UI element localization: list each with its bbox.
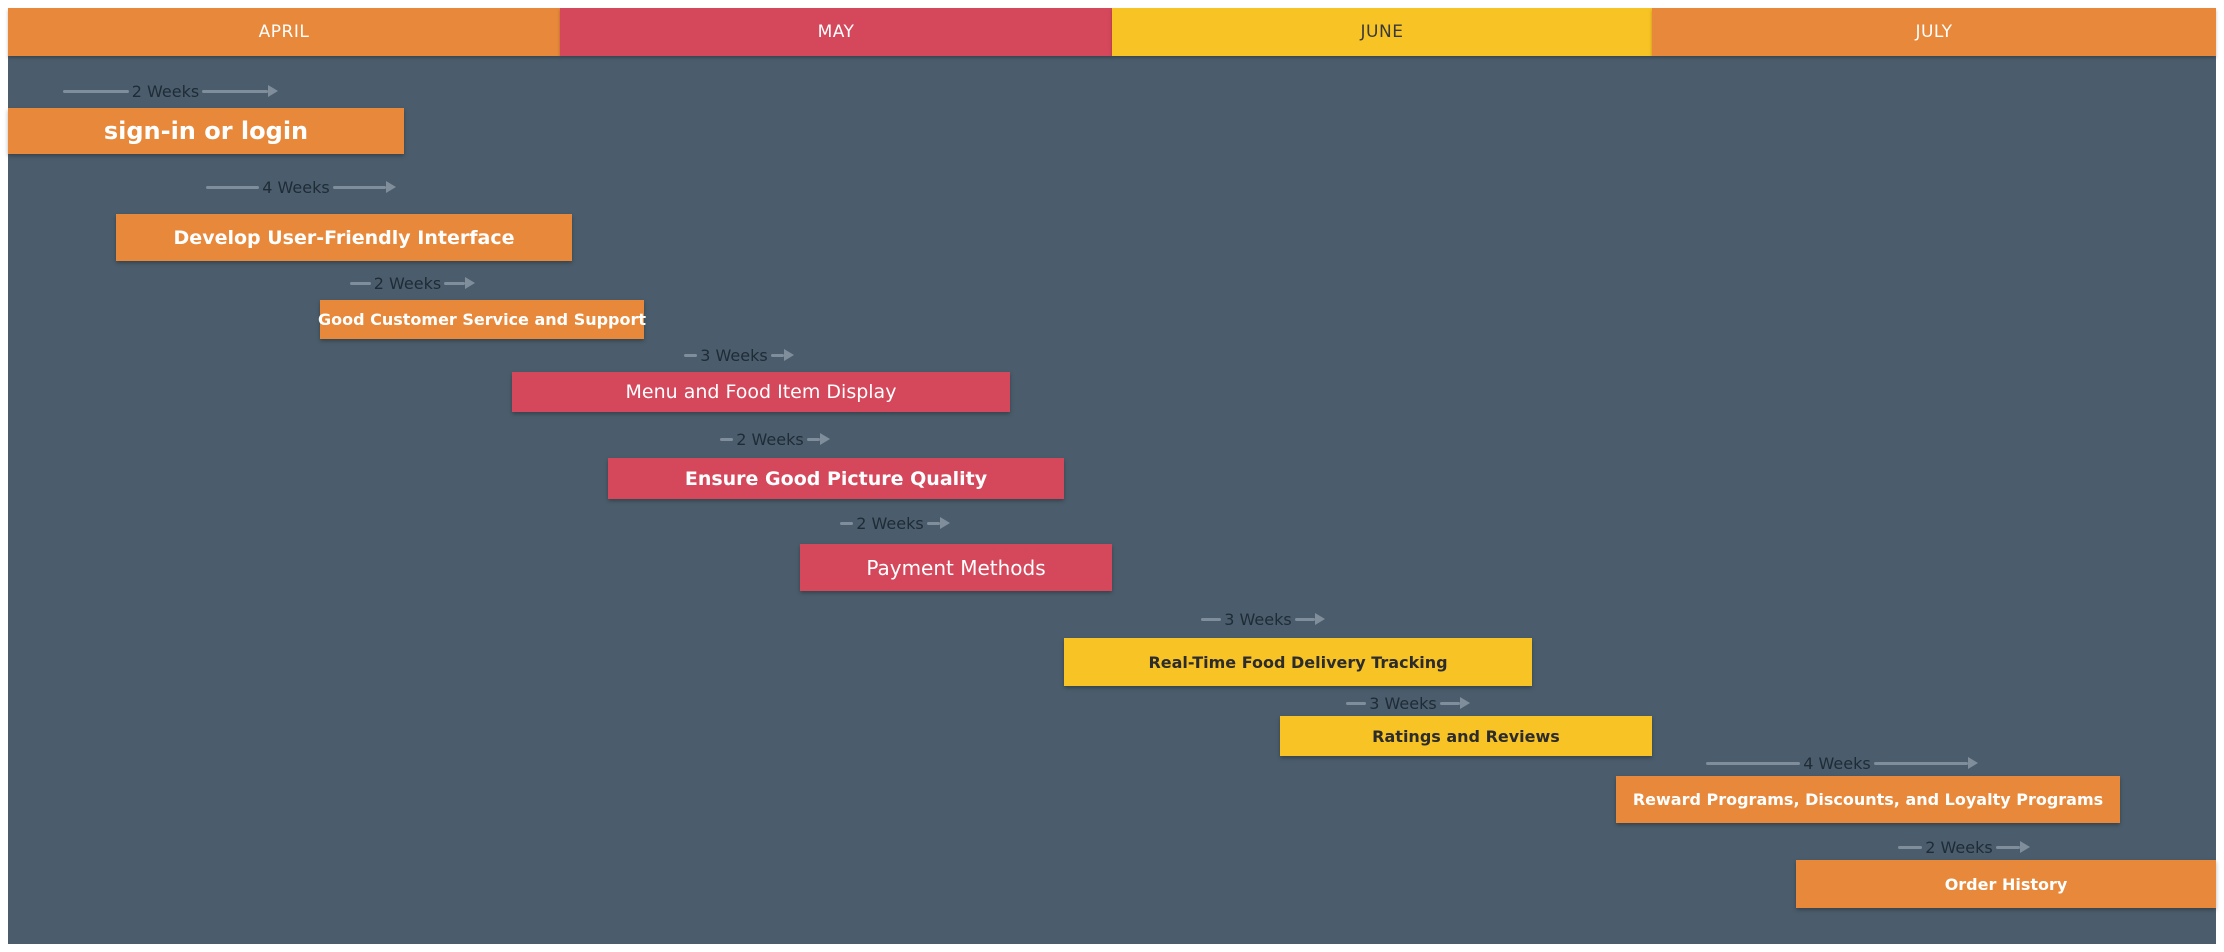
duration-label: 2 Weeks (373, 273, 442, 293)
duration-line (926, 521, 940, 525)
duration-line (350, 281, 371, 285)
task-bar-sign-in[interactable]: sign-in or login (8, 108, 404, 154)
duration-line (444, 281, 465, 285)
duration-label: 4 Weeks (1803, 753, 1871, 773)
arrow-head-icon (784, 349, 794, 361)
month-header-april: APRIL (8, 8, 560, 56)
task-bar-order-history[interactable]: Order History (1796, 860, 2216, 908)
task-bar-picture-quality[interactable]: Ensure Good Picture Quality (608, 458, 1064, 499)
task-bar-menu-display[interactable]: Menu and Food Item Display (512, 372, 1010, 412)
duration-marker: 4 Weeks (1706, 753, 1978, 773)
duration-label: 3 Weeks (700, 345, 768, 365)
duration-line (1873, 761, 1968, 765)
duration-line (840, 521, 854, 525)
duration-line (1898, 845, 1923, 849)
task-label: Good Customer Service and Support (317, 310, 647, 329)
arrow-head-icon (1968, 757, 1978, 769)
duration-label: 3 Weeks (1224, 609, 1292, 629)
duration-line (206, 185, 260, 189)
duration-marker: 4 Weeks (206, 177, 396, 197)
duration-line (1439, 701, 1460, 705)
task-label: Ensure Good Picture Quality (684, 467, 988, 490)
duration-marker: 3 Weeks (1346, 693, 1470, 713)
duration-line (720, 437, 734, 441)
arrow-head-icon (268, 85, 278, 97)
roadmap-board: APRIL MAY JUNE JULY 2 Weeks sign-in or l… (8, 8, 2216, 944)
task-label: Develop User-Friendly Interface (173, 226, 515, 249)
task-label: Ratings and Reviews (1372, 726, 1560, 746)
task-bar-customer-service[interactable]: Good Customer Service and Support (317, 300, 647, 339)
month-header-may: MAY (560, 8, 1112, 56)
task-label: Payment Methods (866, 555, 1046, 580)
duration-marker: 2 Weeks (350, 273, 475, 293)
duration-line (1995, 845, 2020, 849)
task-bar-user-interface[interactable]: Develop User-Friendly Interface (116, 214, 572, 261)
duration-label: 2 Weeks (856, 513, 924, 533)
arrow-head-icon (386, 181, 396, 193)
arrow-head-icon (2020, 841, 2030, 853)
duration-line (1294, 617, 1315, 621)
duration-line (684, 353, 698, 357)
duration-label: 4 Weeks (262, 177, 330, 197)
arrow-head-icon (1315, 613, 1325, 625)
task-bar-ratings-reviews[interactable]: Ratings and Reviews (1280, 716, 1652, 756)
duration-line (1346, 701, 1367, 705)
month-header-july: JULY (1652, 8, 2216, 56)
duration-label: 2 Weeks (736, 429, 804, 449)
duration-line (1706, 761, 1801, 765)
task-bar-payment-methods[interactable]: Payment Methods (800, 544, 1112, 591)
duration-label: 3 Weeks (1369, 693, 1437, 713)
month-header-june: JUNE (1112, 8, 1652, 56)
arrow-head-icon (940, 517, 950, 529)
task-label: Reward Programs, Discounts, and Loyalty … (1632, 790, 2104, 809)
task-label: sign-in or login (103, 117, 309, 145)
task-bar-reward-programs[interactable]: Reward Programs, Discounts, and Loyalty … (1616, 776, 2120, 823)
arrow-head-icon (465, 277, 475, 289)
task-label: Real-Time Food Delivery Tracking (1148, 652, 1448, 672)
duration-marker: 2 Weeks (840, 513, 950, 533)
duration-label: 2 Weeks (1925, 837, 1993, 857)
duration-line (63, 89, 129, 93)
duration-marker: 2 Weeks (1898, 837, 2030, 857)
duration-marker: 2 Weeks (720, 429, 830, 449)
arrow-head-icon (820, 433, 830, 445)
duration-line (770, 353, 784, 357)
duration-line (806, 437, 820, 441)
duration-marker: 3 Weeks (1201, 609, 1325, 629)
duration-line (332, 185, 386, 189)
task-bar-delivery-tracking[interactable]: Real-Time Food Delivery Tracking (1064, 638, 1532, 686)
task-label: Order History (1944, 874, 2068, 894)
duration-label: 2 Weeks (131, 81, 200, 101)
duration-line (1201, 617, 1222, 621)
arrow-head-icon (1460, 697, 1470, 709)
duration-marker: 2 Weeks (63, 81, 278, 101)
duration-marker: 3 Weeks (684, 345, 794, 365)
duration-line (202, 89, 268, 93)
task-label: Menu and Food Item Display (625, 381, 897, 403)
